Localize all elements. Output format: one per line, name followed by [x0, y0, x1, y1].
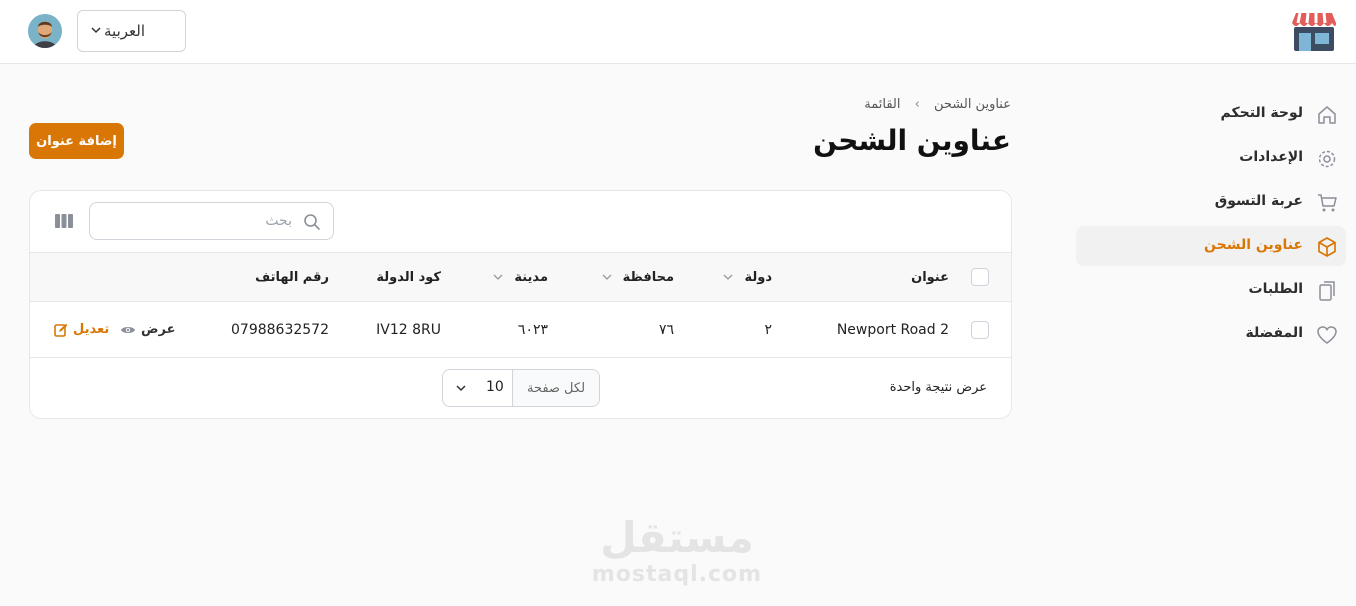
cell-province: ٧٦: [658, 321, 674, 338]
sidebar-item-cart[interactable]: عربة التسوق: [1076, 182, 1346, 222]
edit-action: تعديل: [54, 302, 109, 357]
sidebar-item-settings[interactable]: الإعدادات: [1076, 138, 1346, 178]
column-header-country[interactable]: دولة: [722, 253, 772, 301]
cell-city: ٦٠٢٣: [517, 321, 548, 338]
heart-icon: [1317, 326, 1337, 344]
chevron-left-icon: ›: [914, 97, 920, 112]
column-header-city[interactable]: مدينة: [492, 253, 548, 301]
sidebar-item-shipping-addresses[interactable]: عناوين الشحن: [1076, 226, 1346, 266]
column-header-address[interactable]: عنوان: [911, 253, 949, 301]
watermark-latin: mostaql.com: [591, 562, 763, 587]
column-header-phone: رقم الهاتف: [255, 269, 329, 285]
table-row: Newport Road 2 ٢ ٧٦ ٦٠٢٣ IV12 8RU 079886…: [30, 302, 1011, 358]
sidebar-item-label: عناوين الشحن: [1204, 237, 1303, 253]
column-header-province[interactable]: محافظة: [601, 253, 674, 301]
view-button[interactable]: عرض: [120, 322, 175, 337]
view-action: عرض: [120, 302, 175, 357]
page-title: عناوين الشحن: [813, 124, 1011, 157]
search-input[interactable]: [90, 203, 300, 239]
per-page-select[interactable]: لكل صفحة 10: [442, 369, 600, 407]
edit-icon: [54, 323, 68, 337]
sidebar-item-label: عربة التسوق: [1214, 193, 1303, 209]
home-icon: [1318, 106, 1336, 124]
watermark-arabic: مستقل: [600, 513, 754, 562]
cell-address: Newport Road 2: [836, 321, 949, 338]
cell-phone: 07988632572: [231, 321, 329, 338]
language-value: العربية: [104, 22, 145, 40]
cart-icon: [1318, 194, 1337, 212]
sidebar-item-dashboard[interactable]: لوحة التحكم: [1076, 94, 1346, 134]
watermark: مستقل mostaql.com: [577, 513, 777, 588]
clipboard-icon: [1319, 281, 1335, 301]
add-address-button[interactable]: إضافة عنوان: [29, 123, 124, 159]
user-avatar[interactable]: [28, 14, 62, 48]
sidebar-item-label: لوحة التحكم: [1220, 105, 1303, 121]
select-all-checkbox[interactable]: [971, 268, 989, 286]
chevron-down-icon[interactable]: [601, 271, 613, 283]
cell-country: ٢: [764, 321, 772, 338]
table-header: عنوان دولة محافظة مدينة كود الدولة رقم ا…: [30, 252, 1011, 302]
search-box: [89, 202, 334, 240]
top-bar: العربية: [0, 0, 1356, 64]
store-logo-icon[interactable]: [1290, 11, 1338, 53]
results-count: عرض نتيجة واحدة: [889, 380, 987, 395]
column-header-postal-code: كود الدولة: [376, 269, 441, 285]
cell-postal-code: IV12 8RU: [376, 321, 441, 338]
per-page-value: 10: [486, 379, 504, 395]
chevron-down-icon: [91, 27, 101, 34]
breadcrumb: عناوين الشحن › القائمة: [864, 97, 1011, 112]
box-icon: [1318, 237, 1336, 257]
chevron-down-icon[interactable]: [455, 382, 467, 394]
sidebar-item-label: المفضلة: [1245, 325, 1303, 341]
row-checkbox[interactable]: [971, 321, 989, 339]
chevron-down-icon[interactable]: [722, 271, 734, 283]
edit-button[interactable]: تعديل: [54, 322, 109, 337]
sidebar-item-favorites[interactable]: المفضلة: [1076, 314, 1346, 354]
per-page-label: لكل صفحة: [512, 370, 599, 406]
search-icon: [304, 214, 320, 230]
sidebar-item-label: الإعدادات: [1239, 149, 1303, 165]
gear-icon: [1318, 150, 1336, 168]
language-select[interactable]: العربية: [77, 10, 186, 52]
addresses-table-card: عنوان دولة محافظة مدينة كود الدولة رقم ا…: [29, 190, 1012, 419]
sidebar-item-orders[interactable]: الطلبات: [1076, 270, 1346, 310]
sidebar: لوحة التحكم الإعدادات عربة التسوق عناوين…: [1076, 94, 1346, 358]
breadcrumb-item-list: القائمة: [864, 97, 901, 112]
chevron-down-icon[interactable]: [492, 271, 504, 283]
eye-icon: [121, 326, 135, 333]
breadcrumb-item-shipping[interactable]: عناوين الشحن: [934, 97, 1011, 112]
columns-toggle-icon[interactable]: [54, 213, 74, 229]
sidebar-item-label: الطلبات: [1248, 281, 1303, 297]
